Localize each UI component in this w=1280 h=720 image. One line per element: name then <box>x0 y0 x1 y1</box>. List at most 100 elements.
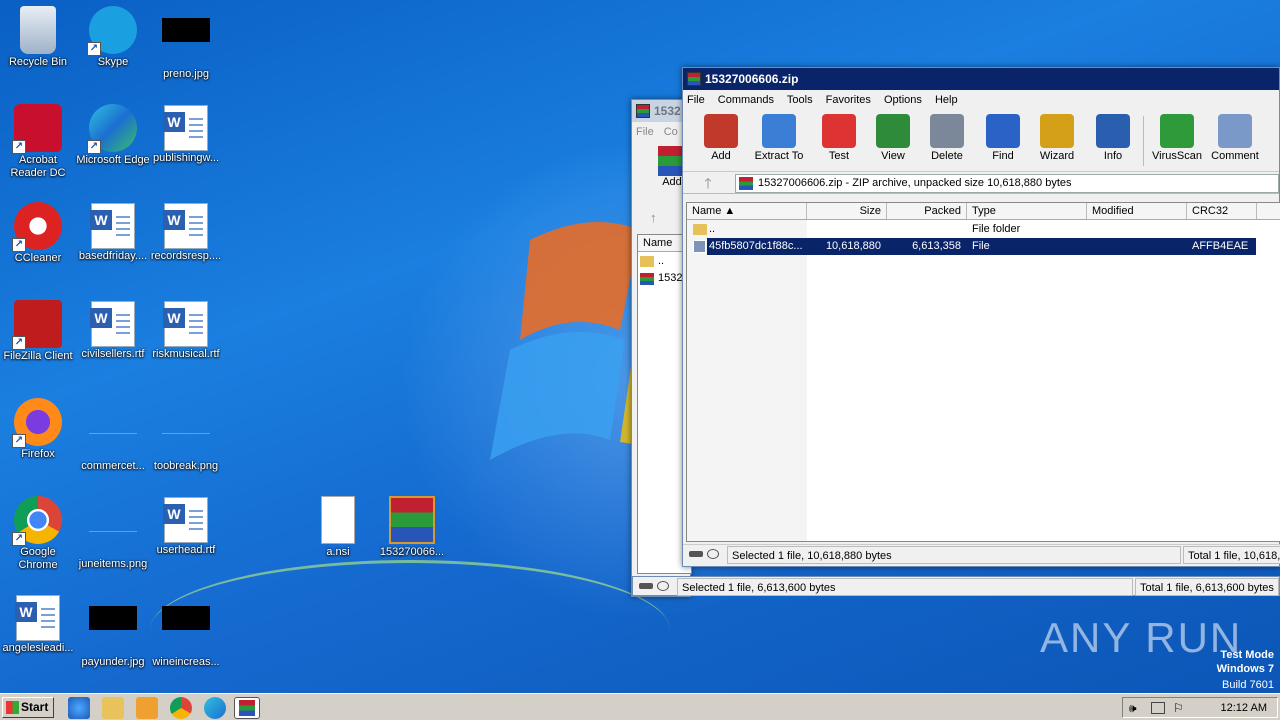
key-icon <box>707 549 719 559</box>
col-name[interactable]: Name ▲ <box>687 203 807 219</box>
desktop-icon[interactable]: wineincreas... <box>148 594 224 669</box>
desktop-icon[interactable]: juneitems.png <box>75 496 151 571</box>
menu-tools[interactable]: Tools <box>787 94 813 106</box>
desktop-icon-label: basedfriday.... <box>78 250 148 262</box>
menu-commands[interactable]: Commands <box>718 94 774 106</box>
volume-icon[interactable]: 🕪 <box>1129 701 1137 716</box>
comment-icon <box>1218 114 1252 148</box>
test-button[interactable]: Test <box>809 114 869 162</box>
add-archive-icon <box>704 114 738 148</box>
address-text: 15327006606.zip - ZIP archive, unpacked … <box>758 177 1072 189</box>
desktop-icon[interactable]: 153270066... <box>374 496 450 559</box>
col-crc32[interactable]: CRC32 <box>1187 203 1257 219</box>
winrar-window[interactable]: 15327006606.zip File Commands Tools Favo… <box>682 67 1280 567</box>
media-player-icon[interactable] <box>136 697 158 719</box>
toolbar-button-label: Find <box>992 150 1014 162</box>
image-thumbnail-icon <box>162 606 210 654</box>
menubar: File Commands Tools Favorites Options He… <box>683 90 1279 110</box>
wizard-button[interactable]: Wizard <box>1027 114 1087 162</box>
edge-icon[interactable] <box>204 697 226 719</box>
shortcut-arrow-icon: ↗ <box>12 434 26 448</box>
desktop-icon[interactable]: Wbasedfriday.... <box>75 202 151 263</box>
start-button[interactable]: Start <box>2 697 54 718</box>
desktop-icon[interactable]: ↗ Firefox <box>0 398 76 461</box>
back-menu-file[interactable]: File <box>636 126 654 138</box>
col-modified[interactable]: Modified <box>1087 203 1187 219</box>
action-center-flag-icon[interactable]: ⚐ <box>1173 701 1184 715</box>
toolbar-separator <box>1143 116 1144 166</box>
taskbar: Start 🕪 ⚐ 12:12 AM <box>0 693 1280 720</box>
col-packed[interactable]: Packed <box>887 203 967 219</box>
desktop-icon[interactable]: ↗ Acrobat Reader DC <box>0 104 76 180</box>
wizard-wand-icon <box>1040 114 1074 148</box>
winrar-archive-icon <box>739 177 753 190</box>
desktop-icon[interactable]: Recycle Bin <box>0 6 76 69</box>
info-button[interactable]: Info <box>1083 114 1143 162</box>
desktop-icon[interactable]: ↗ Microsoft Edge <box>75 104 151 167</box>
desktop-icon-label: commercet... <box>81 460 145 472</box>
statusbar: Selected 1 file, 10,618,880 bytes Total … <box>683 544 1280 564</box>
shortcut-arrow-icon: ↗ <box>87 140 101 154</box>
winrar-icon <box>239 700 255 716</box>
col-type[interactable]: Type <box>967 203 1087 219</box>
up-arrow-icon[interactable]: 🡑 <box>699 174 717 192</box>
winrar-taskbar-button[interactable] <box>234 697 260 719</box>
table-row[interactable]: .. File folder <box>687 221 1280 238</box>
start-label: Start <box>21 700 49 714</box>
desktop-icon[interactable]: preno.jpg <box>148 6 224 81</box>
desktop-icon[interactable]: payunder.jpg <box>75 594 151 669</box>
toolbar-button-label: Comment <box>1211 150 1259 162</box>
word-document-icon: W <box>163 203 208 249</box>
desktop-icon-label: CCleaner <box>14 252 62 264</box>
desktop-icon-label: riskmusical.rtf <box>152 348 220 360</box>
menu-favorites[interactable]: Favorites <box>826 94 871 106</box>
desktop-icon-label: Firefox <box>21 448 55 460</box>
desktop-icon[interactable]: Wriskmusical.rtf <box>148 300 224 361</box>
delete-button[interactable]: Delete <box>917 114 977 162</box>
desktop-icon[interactable]: ↗ CCleaner <box>0 202 76 265</box>
desktop-icon[interactable]: Wangelesleadi... <box>0 594 76 655</box>
desktop-icon[interactable]: Wuserhead.rtf <box>148 496 224 557</box>
table-row-selected[interactable]: 45fb5807dc1f88c... 10,618,880 6,613,358 … <box>693 238 1256 255</box>
desktop-icon-label: toobreak.png <box>153 460 219 472</box>
file-explorer-icon[interactable] <box>102 697 124 719</box>
network-icon[interactable] <box>1151 702 1165 714</box>
desktop-icon[interactable]: ↗ Skype <box>75 6 151 69</box>
windows-flag-icon <box>6 701 19 714</box>
toolbar-button-label: VirusScan <box>1152 150 1202 162</box>
view-button[interactable]: View <box>863 114 923 162</box>
desktop-icon[interactable]: Wpublishingw... <box>148 104 224 165</box>
desktop-icon-label: payunder.jpg <box>81 656 145 668</box>
desktop-icon[interactable]: Wrecordsresp.... <box>148 202 224 263</box>
desktop-icon[interactable]: Wcivilsellers.rtf <box>75 300 151 361</box>
status-selected: Selected 1 file, 10,618,880 bytes <box>727 546 1181 564</box>
test-clipboard-icon <box>822 114 856 148</box>
virusscan-button[interactable]: VirusScan <box>1147 114 1207 162</box>
chrome-icon[interactable] <box>170 697 192 719</box>
desktop-icon[interactable]: ↗ Google Chrome <box>0 496 76 572</box>
back-menu-commands[interactable]: Co <box>664 126 678 138</box>
file-list[interactable]: Name ▲ Size Packed Type Modified CRC32 .… <box>686 202 1280 542</box>
desktop-icon[interactable]: ↗ FileZilla Client <box>0 300 76 363</box>
find-button[interactable]: Find <box>973 114 1033 162</box>
add-button[interactable]: Add <box>691 114 751 162</box>
desktop-icon-label: recordsresp.... <box>150 250 222 262</box>
desktop-icon[interactable]: toobreak.png <box>148 398 224 473</box>
menu-file[interactable]: File <box>687 94 705 106</box>
menu-options[interactable]: Options <box>884 94 922 106</box>
desktop-icon-label: juneitems.png <box>78 558 148 570</box>
col-size[interactable]: Size <box>807 203 887 219</box>
desktop-icon[interactable]: a.nsi <box>300 496 376 559</box>
window-titlebar[interactable]: 15327006606.zip <box>683 68 1279 90</box>
winrar-icon <box>636 104 650 118</box>
comment-button[interactable]: Comment <box>1205 114 1265 162</box>
up-arrow-icon[interactable]: ↑ <box>650 210 657 225</box>
extract-to-button[interactable]: Extract To <box>749 114 809 162</box>
image-thumbnail-icon <box>89 410 137 458</box>
address-field[interactable]: 15327006606.zip - ZIP archive, unpacked … <box>735 174 1279 193</box>
desktop-icon[interactable]: commercet... <box>75 398 151 473</box>
menu-help[interactable]: Help <box>935 94 958 106</box>
desktop-icon-label: Recycle Bin <box>8 56 68 68</box>
internet-explorer-icon[interactable] <box>68 697 90 719</box>
clock[interactable]: 12:12 AM <box>1221 698 1267 719</box>
